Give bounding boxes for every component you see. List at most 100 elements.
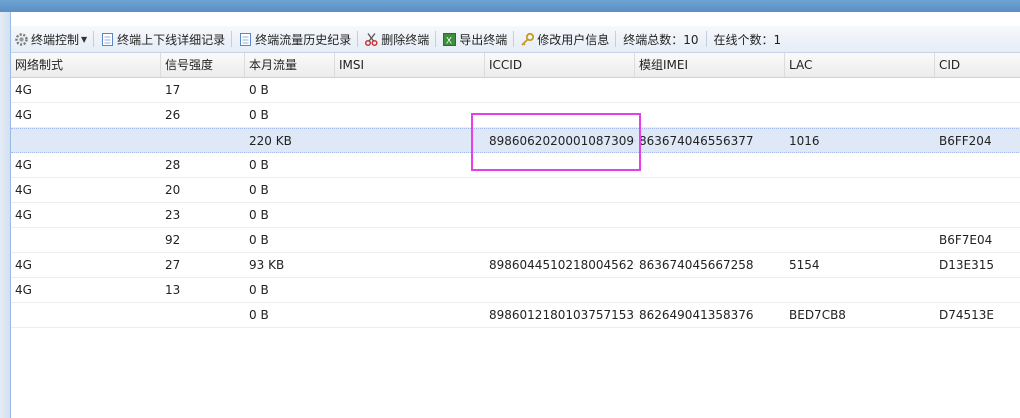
cell-signal-strength <box>161 129 245 154</box>
document-icon <box>238 32 253 47</box>
table-row[interactable]: 92 0 B B6F7E04 <box>11 228 1020 253</box>
cell-lac: 5154 <box>789 258 820 272</box>
cell-network-type <box>11 129 161 154</box>
traffic-history-button[interactable]: 终端流量历史纪录 <box>235 28 354 50</box>
cell-signal-strength: 20 <box>165 183 181 197</box>
cell-imsi <box>335 78 485 103</box>
cell-lac <box>785 178 935 203</box>
cell-imsi <box>335 153 485 178</box>
table-row[interactable]: 4G 17 0 B <box>11 78 1020 103</box>
cell-iccid <box>485 228 635 253</box>
toolbar-separator <box>615 31 617 47</box>
cell-monthly-traffic: 93 KB <box>249 258 285 272</box>
cell-imsi <box>335 253 485 278</box>
cell-signal-strength: 26 <box>165 108 181 122</box>
cell-cid <box>935 103 1020 128</box>
column-header-signal-strength[interactable]: 信号强度 <box>161 53 245 77</box>
column-header-imsi[interactable]: IMSI <box>335 53 485 77</box>
toolbar-separator <box>357 31 359 47</box>
cell-signal-strength: 28 <box>165 158 181 172</box>
cell-lac <box>785 278 935 303</box>
cell-imsi <box>335 103 485 128</box>
column-header-cid[interactable]: CID <box>935 53 1020 77</box>
cell-lac <box>785 228 935 253</box>
cell-cid <box>935 178 1020 203</box>
cell-imsi <box>335 303 485 328</box>
cell-module-imei <box>635 178 785 203</box>
cell-signal-strength <box>161 303 245 328</box>
cell-cid <box>935 203 1020 228</box>
cell-module-imei <box>635 203 785 228</box>
cell-signal-strength: 92 <box>165 233 181 247</box>
table-row[interactable]: 4G 27 93 KB 89860445102180045626 86367404566… <box>11 253 1020 278</box>
grid-body: 4G 17 0 B 4G 26 0 B 220 KB 89860620200010873096… <box>11 78 1020 328</box>
table-row[interactable]: 4G 20 0 B <box>11 178 1020 203</box>
cell-lac <box>785 153 935 178</box>
cell-lac <box>785 103 935 128</box>
cell-monthly-traffic: 0 B <box>249 158 269 172</box>
cell-iccid: 89860620200010873096 <box>489 134 635 148</box>
cell-iccid <box>485 153 635 178</box>
table-row[interactable]: 4G 13 0 B <box>11 278 1020 303</box>
cell-monthly-traffic: 0 B <box>249 208 269 222</box>
cell-iccid <box>485 278 635 303</box>
terminal-control-button[interactable]: 终端控制 ▼ <box>11 28 90 50</box>
column-header-network-type[interactable]: 网络制式 <box>11 53 161 77</box>
cell-network-type: 4G <box>15 183 32 197</box>
cell-imsi <box>335 203 485 228</box>
grid-header: 网络制式 信号强度 本月流量 IMSI ICCID 模组IMEI LAC CID <box>11 53 1020 78</box>
cell-monthly-traffic: 0 B <box>249 233 269 247</box>
cell-signal-strength: 27 <box>165 258 181 272</box>
cell-network-type: 4G <box>15 158 32 172</box>
online-log-button[interactable]: 终端上下线详细记录 <box>97 28 228 50</box>
cell-monthly-traffic: 0 B <box>249 183 269 197</box>
table-row[interactable]: 4G 26 0 B <box>11 103 1020 128</box>
edit-user-button[interactable]: 修改用户信息 <box>517 28 612 50</box>
cell-module-imei: 862649041358376 <box>639 308 754 322</box>
delete-terminal-button[interactable]: 删除终端 <box>361 28 432 50</box>
table-row[interactable]: 0 B 89860121801037571532 862649041358376 BE… <box>11 303 1020 328</box>
cell-network-type <box>11 228 161 253</box>
column-header-module-imei[interactable]: 模组IMEI <box>635 53 785 77</box>
cell-iccid <box>485 178 635 203</box>
cell-signal-strength: 17 <box>165 83 181 97</box>
toolbar-separator <box>93 31 95 47</box>
cell-monthly-traffic: 0 B <box>249 108 269 122</box>
column-header-monthly-traffic[interactable]: 本月流量 <box>245 53 335 77</box>
excel-icon: X <box>442 32 457 47</box>
column-header-iccid[interactable]: ICCID <box>485 53 635 77</box>
terminal-grid-panel: 终端控制 ▼ 终端上下线详细记录 终端流量历史纪录 删除终端 X 导出终端 修改… <box>10 12 1020 418</box>
cell-network-type: 4G <box>15 208 32 222</box>
cell-monthly-traffic: 220 KB <box>249 134 292 148</box>
cell-monthly-traffic: 0 B <box>249 283 269 297</box>
cell-module-imei: 863674046556377 <box>639 134 754 148</box>
cell-module-imei <box>635 228 785 253</box>
cell-cid: D13E315 <box>939 258 994 272</box>
cell-monthly-traffic: 0 B <box>249 308 269 322</box>
cell-cid: D74513E <box>939 308 994 322</box>
cell-signal-strength: 13 <box>165 283 181 297</box>
export-terminal-button[interactable]: X 导出终端 <box>439 28 510 50</box>
table-row[interactable]: 4G 28 0 B <box>11 153 1020 178</box>
cell-lac: BED7CB8 <box>789 308 846 322</box>
edit-user-label: 修改用户信息 <box>537 32 610 47</box>
cell-imsi <box>335 228 485 253</box>
document-icon <box>100 32 115 47</box>
cell-imsi <box>335 178 485 203</box>
column-header-lac[interactable]: LAC <box>785 53 935 77</box>
cell-imsi <box>335 278 485 303</box>
toolbar-separator <box>435 31 437 47</box>
cell-imsi <box>335 129 485 154</box>
cell-cid: B6FF204 <box>939 134 992 148</box>
table-row[interactable]: 220 KB 89860620200010873096 86367404655637… <box>11 128 1020 153</box>
export-terminal-label: 导出终端 <box>459 32 508 47</box>
toolbar-separator <box>705 31 707 47</box>
cell-network-type: 4G <box>15 108 32 122</box>
cell-network-type: 4G <box>15 83 32 97</box>
grid-toolbar: 终端控制 ▼ 终端上下线详细记录 终端流量历史纪录 删除终端 X 导出终端 修改… <box>11 26 1020 53</box>
table-row[interactable]: 4G 23 0 B <box>11 203 1020 228</box>
terminal-control-label: 终端控制 <box>31 32 80 47</box>
left-collapse-strip[interactable] <box>0 12 10 418</box>
cell-cid <box>935 278 1020 303</box>
delete-terminal-label: 删除终端 <box>381 32 430 47</box>
